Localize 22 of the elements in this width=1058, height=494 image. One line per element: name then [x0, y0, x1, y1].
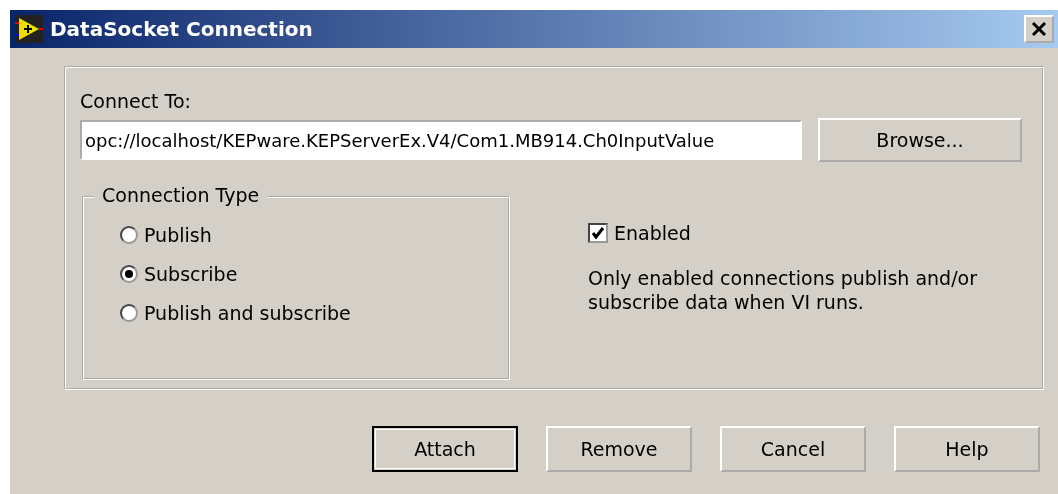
- dialog-button[interactable]: Cancel: [720, 426, 866, 472]
- radio-option[interactable]: Publish: [120, 224, 508, 246]
- enabled-checkbox[interactable]: Enabled: [588, 222, 1008, 244]
- close-button[interactable]: [1024, 15, 1054, 43]
- radio-option[interactable]: Subscribe: [120, 263, 508, 285]
- app-icon: [14, 14, 44, 44]
- browse-button[interactable]: Browse...: [818, 118, 1022, 162]
- radio-button[interactable]: [120, 226, 138, 244]
- dialog-button[interactable]: Attach: [372, 426, 518, 472]
- check-icon: [591, 226, 605, 240]
- connect-to-field[interactable]: opc://localhost/KEPware.KEPServerEx.V4/Com1.MB914.Ch0InputValue: [80, 120, 802, 160]
- radio-option[interactable]: Publish and subscribe: [120, 302, 508, 324]
- window-title: DataSocket Connection: [50, 17, 314, 41]
- enabled-description: Only enabled connections publish and/or subscribe data when VI runs.: [588, 266, 978, 314]
- dialog-button[interactable]: Help: [894, 426, 1040, 472]
- group-title: Connection Type: [94, 184, 268, 206]
- radio-button[interactable]: [120, 265, 138, 283]
- radio-button[interactable]: [120, 304, 138, 322]
- dialog-button[interactable]: Remove: [546, 426, 692, 472]
- close-icon: [1031, 21, 1047, 37]
- connect-to-label: Connect To:: [80, 90, 192, 112]
- checkbox[interactable]: [588, 223, 608, 243]
